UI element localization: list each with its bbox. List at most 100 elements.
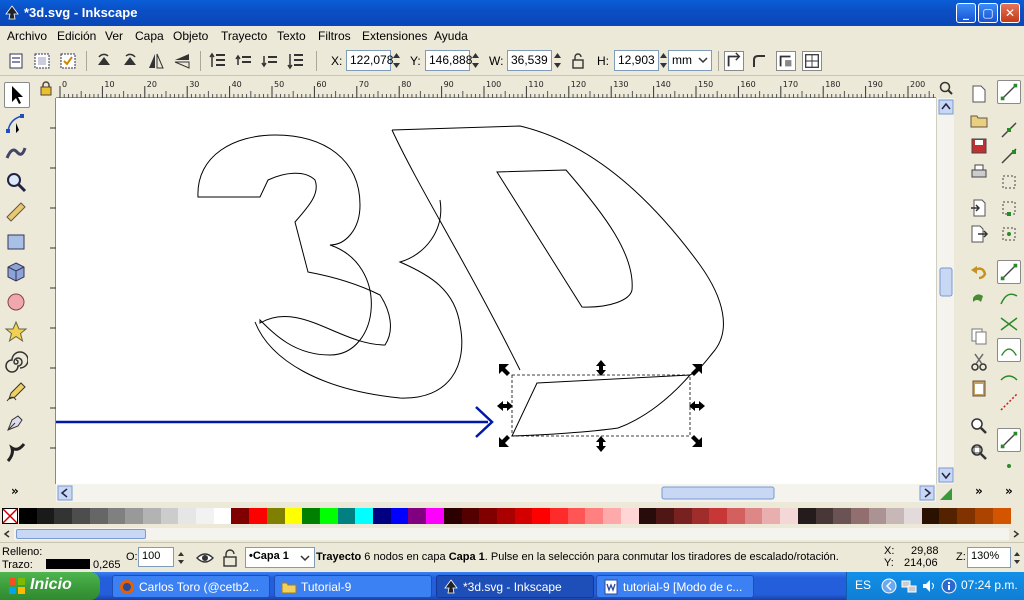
color-swatch[interactable] xyxy=(479,508,498,524)
calligraphy-tool[interactable] xyxy=(4,440,30,466)
pen-tool[interactable] xyxy=(4,410,30,436)
color-swatch[interactable] xyxy=(196,508,214,524)
handle-bottom-right[interactable] xyxy=(691,435,702,447)
color-swatch[interactable] xyxy=(54,508,73,524)
color-managed-icon[interactable] xyxy=(938,486,954,502)
menu-capa[interactable]: Capa xyxy=(135,29,164,43)
color-swatch[interactable] xyxy=(868,508,887,524)
color-swatch[interactable] xyxy=(620,508,639,524)
node-tool[interactable] xyxy=(4,111,30,137)
task-folder[interactable]: Tutorial-9 xyxy=(274,575,432,598)
save-icon[interactable] xyxy=(969,136,989,156)
task-inkscape[interactable]: *3d.svg - Inkscape xyxy=(436,575,594,598)
drawing-canvas[interactable] xyxy=(56,98,936,484)
scale-corners-icon[interactable] xyxy=(750,51,770,71)
snap-bbox-midpoints-icon[interactable] xyxy=(997,196,1021,220)
pencil-tool[interactable] xyxy=(4,380,30,406)
snap-bbox-centers-icon[interactable] xyxy=(997,222,1021,246)
snap-overflow-icon[interactable]: » xyxy=(1005,484,1013,498)
paste-icon[interactable] xyxy=(969,378,989,398)
tray-back-icon[interactable] xyxy=(881,578,897,594)
color-swatch[interactable] xyxy=(72,508,91,524)
color-swatch[interactable] xyxy=(904,508,922,524)
color-swatch[interactable] xyxy=(567,508,586,524)
palette-scroll-right-icon[interactable] xyxy=(1011,529,1021,539)
palette-scrollbar[interactable] xyxy=(14,528,1009,540)
color-swatch[interactable] xyxy=(231,508,250,524)
handle-top-left[interactable] xyxy=(499,364,510,376)
ellipse-tool[interactable] xyxy=(4,290,30,316)
menu-trayecto[interactable]: Trayecto xyxy=(221,29,267,43)
selector-tool[interactable] xyxy=(4,82,30,108)
opacity-stepper-icon[interactable] xyxy=(176,549,186,567)
menu-objeto[interactable]: Objeto xyxy=(173,29,208,43)
d-shape[interactable] xyxy=(391,125,724,376)
minimize-button[interactable]: _ xyxy=(956,3,976,23)
color-swatch[interactable] xyxy=(797,508,816,524)
cut-icon[interactable] xyxy=(969,352,989,372)
eye-icon[interactable] xyxy=(195,549,215,567)
task-firefox[interactable]: Carlos Toro (@cetb2... xyxy=(112,575,270,598)
color-swatch[interactable] xyxy=(302,508,321,524)
select-all-icon[interactable] xyxy=(6,51,26,71)
color-swatch[interactable] xyxy=(850,508,869,524)
color-swatch[interactable] xyxy=(284,508,303,524)
x-stepper-icon[interactable] xyxy=(391,50,402,71)
export-icon[interactable] xyxy=(969,224,989,244)
lower-icon[interactable] xyxy=(260,51,280,71)
color-swatch[interactable] xyxy=(921,508,940,524)
lock-guides-icon[interactable] xyxy=(38,80,54,96)
volume-icon[interactable] xyxy=(921,578,937,594)
color-swatch[interactable] xyxy=(603,508,622,524)
rotate-cw-icon[interactable] xyxy=(120,51,140,71)
flip-horizontal-icon[interactable] xyxy=(146,51,166,71)
color-swatch[interactable] xyxy=(762,508,781,524)
snap-bbox-icon[interactable] xyxy=(997,118,1021,142)
selected-path[interactable] xyxy=(511,374,692,437)
scale-stroke-icon[interactable] xyxy=(724,51,744,71)
chevron-down-icon[interactable] xyxy=(698,55,708,65)
w-input[interactable]: 36,539 xyxy=(507,50,552,71)
snap-intersections-icon[interactable] xyxy=(997,312,1021,336)
color-swatch[interactable] xyxy=(355,508,374,524)
menu-texto[interactable]: Texto xyxy=(277,29,306,43)
color-swatch[interactable] xyxy=(974,508,993,524)
snap-paths-icon[interactable] xyxy=(997,286,1021,310)
color-swatch[interactable] xyxy=(957,508,976,524)
lock-ratio-icon[interactable] xyxy=(568,51,588,71)
w-stepper-icon[interactable] xyxy=(552,50,563,71)
network-icon[interactable] xyxy=(901,578,917,594)
color-swatch[interactable] xyxy=(443,508,462,524)
zoom-tool[interactable] xyxy=(4,170,30,196)
zoom-drawing-icon[interactable] xyxy=(969,442,989,462)
y-stepper-icon[interactable] xyxy=(470,50,481,71)
color-swatch[interactable] xyxy=(514,508,533,524)
vertical-scrollbar[interactable] xyxy=(936,98,954,484)
select-all-layers-icon[interactable] xyxy=(32,51,52,71)
snap-cusp-nodes-icon[interactable] xyxy=(997,338,1021,362)
x-input[interactable]: 122,078 xyxy=(346,50,393,71)
copy-icon[interactable] xyxy=(969,326,989,346)
import-icon[interactable] xyxy=(969,198,989,218)
color-swatch[interactable] xyxy=(373,508,391,524)
color-swatch[interactable] xyxy=(213,508,232,524)
color-swatch[interactable] xyxy=(815,508,834,524)
color-swatch[interactable] xyxy=(656,508,675,524)
color-swatch[interactable] xyxy=(727,508,745,524)
menu-ayuda[interactable]: Ayuda xyxy=(434,29,468,43)
color-swatch[interactable] xyxy=(992,508,1011,524)
color-swatch[interactable] xyxy=(691,508,710,524)
zoom-correction-icon[interactable] xyxy=(938,80,954,96)
flip-vertical-icon[interactable] xyxy=(172,51,192,71)
color-swatch[interactable] xyxy=(833,508,852,524)
redo-icon[interactable] xyxy=(969,288,989,308)
color-swatch[interactable] xyxy=(638,508,657,524)
color-swatch[interactable] xyxy=(426,508,445,524)
color-swatch[interactable] xyxy=(89,508,108,524)
color-swatch[interactable] xyxy=(19,508,37,524)
color-swatch[interactable] xyxy=(408,508,427,524)
transform-gradients-icon[interactable] xyxy=(776,51,796,71)
y-input[interactable]: 146,888 xyxy=(425,50,472,71)
color-swatch[interactable] xyxy=(461,508,480,524)
three-shape[interactable] xyxy=(197,134,463,399)
